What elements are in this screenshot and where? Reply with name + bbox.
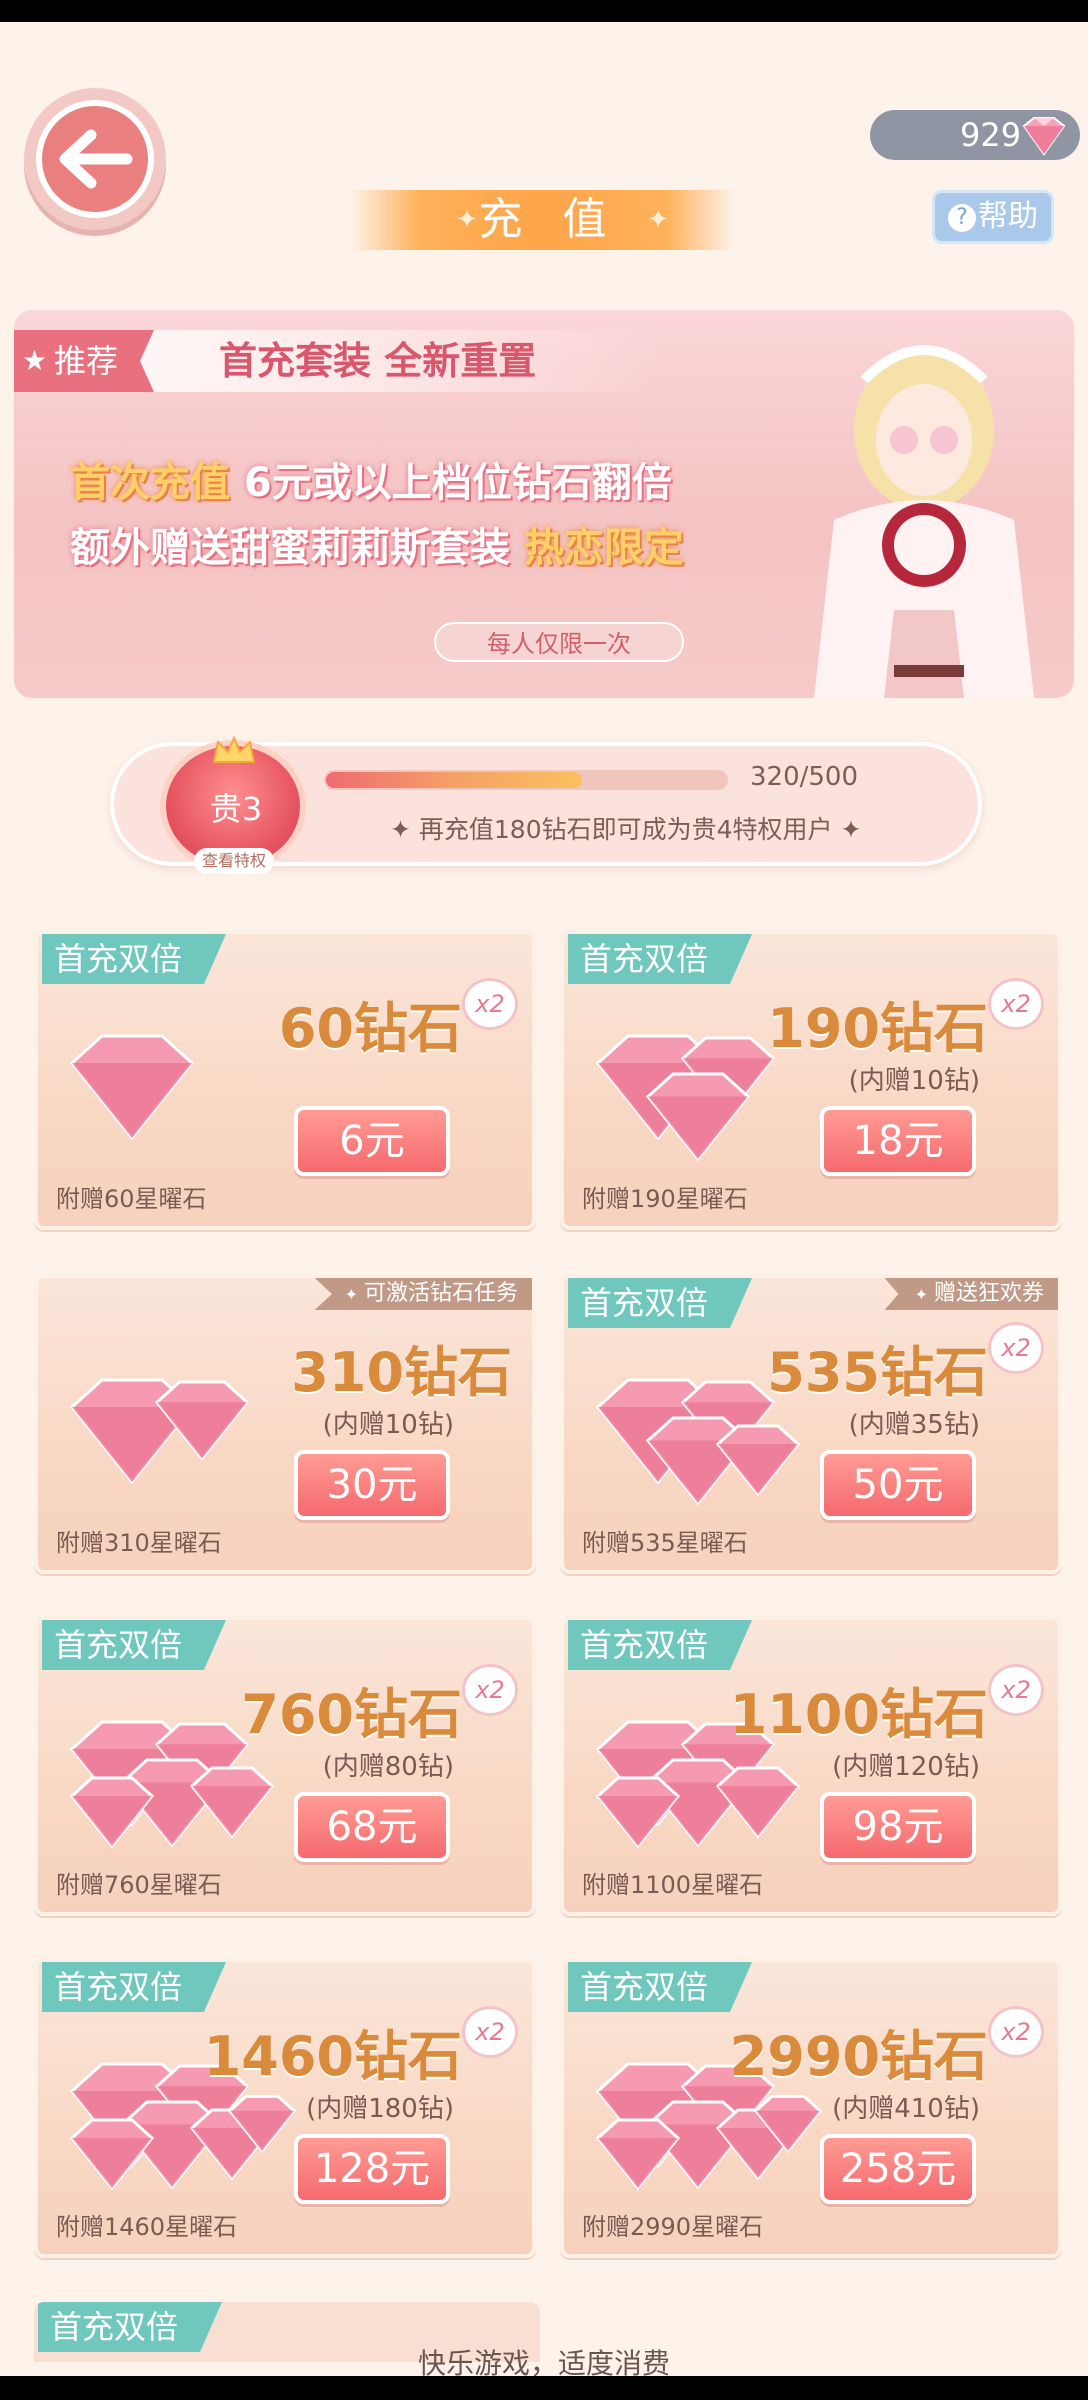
help-button[interactable]: ? 帮助 <box>932 190 1054 244</box>
price-button[interactable]: 6元 <box>294 1106 450 1176</box>
first-charge-double-tag: 首充双倍 <box>568 1962 753 2012</box>
bonus-note: (内赠410钻) <box>832 2094 980 2124</box>
double-badge: x2 <box>462 1664 518 1716</box>
diamond-icon <box>1016 116 1072 170</box>
product-card[interactable]: ✦ 可激活钻石任务 310钻石 (内赠10钻) 30元附赠310星曜石 <box>34 1274 536 1574</box>
price-button[interactable]: 68元 <box>294 1792 450 1862</box>
balance-value: 929 <box>960 116 1022 154</box>
price-button[interactable]: 128元 <box>294 2134 450 2204</box>
first-charge-double-tag: 首充双倍 <box>568 934 753 984</box>
gift-note: 附赠1460星曜石 <box>56 2213 238 2241</box>
once-per-person-pill: 每人仅限一次 <box>434 622 684 662</box>
diamond-amount: 1100钻石 <box>729 1683 988 1746</box>
first-charge-double-tag: 首充双倍 <box>42 1962 227 2012</box>
banner-line-1: 首次充值 6元或以上档位钻石翻倍 <box>70 460 672 506</box>
bonus-note: (内赠10钻) <box>322 1410 454 1440</box>
vip-hint: ✦ 再充值180钻石即可成为贵4特权用户 ✦ <box>390 815 862 844</box>
bonus-note: (内赠35钻) <box>848 1410 980 1440</box>
crown-icon <box>210 735 258 770</box>
double-badge: x2 <box>462 2006 518 2058</box>
first-charge-double-tag: 首充双倍 <box>42 1620 227 1670</box>
recommend-tag: ★ 推荐 <box>14 330 154 392</box>
navigation-bar <box>0 2376 1088 2400</box>
double-badge: x2 <box>988 1664 1044 1716</box>
star-icon: ★ <box>22 344 48 377</box>
product-card[interactable]: 首充双倍 190钻石 x2 (内赠10钻) 18元附赠190星曜石 <box>560 930 1062 1230</box>
gift-note: 附赠2990星曜石 <box>582 2213 764 2241</box>
diamond-amount: 1460钻石 <box>203 2025 462 2088</box>
diamond-amount: 60钻石 <box>278 997 462 1060</box>
product-card[interactable]: 首充双倍 1460钻石 x2 (内赠180钻) 128元附赠1460星曜石 <box>34 1958 536 2258</box>
status-bar <box>0 0 1088 22</box>
product-card[interactable]: 首充双倍 60钻石 x2 6元附赠60星曜石 <box>34 930 536 1230</box>
price-button[interactable]: 258元 <box>820 2134 976 2204</box>
gift-note: 附赠310星曜石 <box>56 1529 222 1557</box>
vip-progress-fill <box>326 772 582 788</box>
double-badge: x2 <box>988 1322 1044 1374</box>
sparkle-icon: ✦ <box>647 205 669 235</box>
gift-note: 附赠760星曜石 <box>56 1871 222 1899</box>
sparkle-icon: ✦ <box>914 1285 928 1304</box>
diamond-amount: 2990钻石 <box>729 2025 988 2088</box>
first-charge-banner[interactable]: ★ 推荐 首充套装 全新重置 首次充值 6元或以上档位钻石翻倍 额外赠送甜蜜莉莉斯… <box>14 310 1074 698</box>
promo-ribbon: ✦ 赠送狂欢券 <box>884 1278 1058 1310</box>
view-privileges-link[interactable]: 查看特权 <box>194 848 274 874</box>
double-badge: x2 <box>462 978 518 1030</box>
product-card[interactable]: 首充双倍 760钻石 x2 (内赠80钻) 68元附赠760星曜石 <box>34 1616 536 1916</box>
diamond-amount: 535钻石 <box>767 1341 988 1404</box>
question-icon: ? <box>948 203 976 232</box>
diamond-amount: 310钻石 <box>291 1341 512 1404</box>
back-button[interactable] <box>24 88 166 230</box>
price-button[interactable]: 18元 <box>820 1106 976 1176</box>
gift-note: 附赠535星曜石 <box>582 1529 748 1557</box>
vip-progress-text: 320/500 <box>750 762 859 792</box>
price-button[interactable]: 50元 <box>820 1450 976 1520</box>
bonus-note: (内赠80钻) <box>322 1752 454 1782</box>
gift-note: 附赠1100星曜石 <box>582 1871 764 1899</box>
price-button[interactable]: 30元 <box>294 1450 450 1520</box>
promo-ribbon: ✦ 可激活钻石任务 <box>314 1278 532 1310</box>
back-arrow-icon <box>36 100 154 218</box>
character-illustration <box>774 310 1074 698</box>
sparkle-icon: ✦ <box>344 1285 358 1304</box>
page-title: ✦ 充值 ✦ <box>350 190 735 250</box>
first-charge-double-tag: 首充双倍 <box>568 1278 753 1328</box>
first-charge-double-tag: 首充双倍 <box>568 1620 753 1670</box>
bonus-note: (内赠10钻) <box>848 1066 980 1096</box>
first-charge-double-tag: 首充双倍 <box>42 934 227 984</box>
double-badge: x2 <box>988 2006 1044 2058</box>
sparkle-icon: ✦ <box>456 205 478 235</box>
gift-note: 附赠190星曜石 <box>582 1185 748 1213</box>
diamond-balance[interactable]: 929 <box>870 110 1080 160</box>
diamond-pile-icon <box>62 1358 302 1518</box>
gift-note: 附赠60星曜石 <box>56 1185 207 1213</box>
bonus-note: (内赠180钻) <box>306 2094 454 2124</box>
diamond-amount: 190钻石 <box>767 997 988 1060</box>
product-card[interactable]: 首充双倍 1100钻石 x2 (内赠120钻) 98元附赠1100星曜石 <box>560 1616 1062 1916</box>
banner-line-2: 额外赠送甜蜜莉莉斯套装 热恋限定 <box>70 525 684 571</box>
double-badge: x2 <box>988 978 1044 1030</box>
bonus-note: (内赠120钻) <box>832 1752 980 1782</box>
price-button[interactable]: 98元 <box>820 1792 976 1862</box>
vip-badge[interactable]: 贵3 查看特权 <box>154 732 314 880</box>
diamond-amount: 760钻石 <box>241 1683 462 1746</box>
product-card[interactable]: 首充双倍 2990钻石 x2 (内赠410钻) 258元附赠2990星曜石 <box>560 1958 1062 2258</box>
diamond-pile-icon <box>62 1014 302 1174</box>
product-card[interactable]: 首充双倍 ✦ 赠送狂欢券 535钻石 x2 (内赠35钻) 50元附赠535星曜石 <box>560 1274 1062 1574</box>
vip-level: 贵3 <box>209 790 263 828</box>
banner-headline: 首充套装 全新重置 <box>219 339 537 383</box>
